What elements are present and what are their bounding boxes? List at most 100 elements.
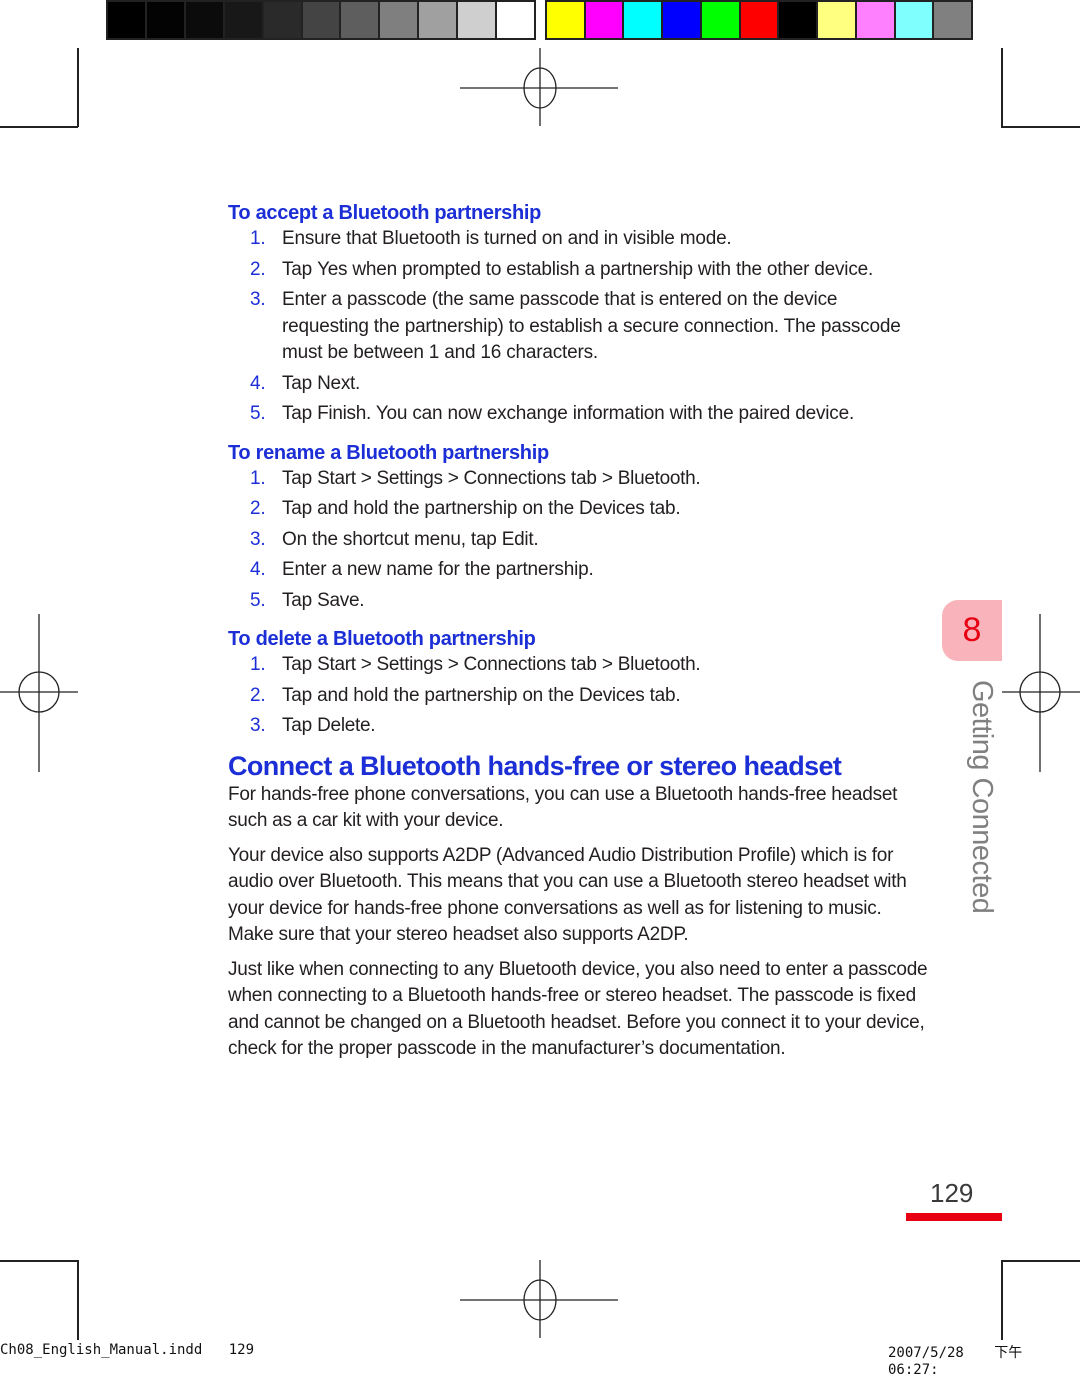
ui-term: Yes	[317, 258, 348, 280]
rename-partnership-section: To rename a Bluetooth partnership 1. Tap …	[228, 440, 928, 615]
accept-partnership-section: To accept a Bluetooth partnership 1. Ensu…	[228, 200, 928, 428]
step-text: tab.	[644, 498, 681, 519]
ui-term: Finish	[317, 403, 367, 424]
grayscale-swatch	[497, 2, 534, 38]
step-number: 5.	[250, 589, 266, 611]
crop-mark-top-left-h	[0, 126, 78, 128]
step-number: 4.	[250, 372, 266, 394]
step-item: 3. Enter a passcode (the same passcode th…	[228, 287, 928, 367]
step-number: 5.	[250, 403, 266, 424]
ui-term: Save	[317, 589, 360, 611]
headset-paragraph-2: Your device also supports A2DP (Advanced…	[228, 844, 907, 946]
crop-mark-top-left-v	[77, 48, 79, 127]
step-item: 5. Tap Finish. You can now exchange infor…	[228, 401, 928, 428]
step-text: . You can now exchange information with …	[366, 403, 855, 424]
page-number: 129	[930, 1178, 974, 1208]
rename-steps: 1. Tap Start > Settings > Connections tab…	[228, 466, 928, 615]
ui-term: Edit	[501, 528, 534, 550]
step-text: Enter a passcode (the same passcode that…	[282, 289, 901, 363]
slug-datetime: 2007/5/28 下午 06:27:	[888, 1342, 1080, 1378]
grayscale-swatch	[108, 2, 145, 38]
step-text: .	[370, 715, 376, 736]
step-item: 5. Tap Save.	[228, 588, 928, 615]
ui-term: Bluetooth	[617, 654, 696, 675]
grayscale-swatch	[380, 2, 418, 38]
ui-term: Devices	[579, 498, 645, 519]
step-number: 4.	[250, 559, 266, 580]
step-text: .	[695, 467, 701, 489]
step-text: tab.	[644, 684, 681, 706]
step-text: Tap	[282, 403, 318, 424]
chapter-number: 8	[962, 611, 982, 649]
crop-mark-bottom-left-h	[0, 1260, 78, 1262]
step-text: On the shortcut menu, tap	[282, 528, 502, 550]
process-color-swatch	[663, 2, 700, 38]
step-item: 2. Tap and hold the partnership on the De…	[228, 496, 928, 523]
process-color-swatch	[895, 2, 933, 38]
ui-term: Delete	[317, 715, 371, 736]
headset-heading: Connect a Bluetooth hands-free or stereo…	[228, 750, 842, 781]
crop-mark-bottom-right-v	[1001, 1260, 1003, 1340]
ui-term: Bluetooth	[617, 467, 696, 489]
grayscale-swatch	[302, 2, 340, 38]
step-text: Tap and hold the partnership on the	[282, 498, 580, 519]
step-number: 2.	[250, 258, 266, 280]
step-item: 1. Tap Start > Settings > Connections tab…	[228, 652, 928, 679]
step-number: 1.	[250, 654, 266, 675]
process-color-swatch	[740, 2, 778, 38]
slug-file: Ch08_English_Manual.indd 129	[0, 1342, 254, 1358]
delete-steps: 1. Tap Start > Settings > Connections tab…	[228, 652, 928, 740]
headset-section: Connect a Bluetooth hands-free or stereo…	[228, 750, 928, 1063]
step-item: 4. Enter a new name for the partnership.	[228, 557, 928, 584]
crop-mark-top-right-v	[1001, 48, 1003, 127]
ui-term: Start > Settings > Connections	[317, 654, 566, 675]
process-color-swatch	[701, 2, 739, 38]
step-item: 1. Ensure that Bluetooth is turned on and…	[228, 226, 928, 253]
slug-date: 2007/5/28	[888, 1345, 964, 1361]
grayscale-swatch	[458, 2, 496, 38]
grayscale-swatch	[146, 2, 184, 38]
step-text: Tap	[282, 467, 318, 489]
delete-partnership-section: To delete a Bluetooth partnership 1. Tap …	[228, 626, 928, 740]
step-item: 1. Tap Start > Settings > Connections tab…	[228, 466, 928, 493]
step-text: Tap	[282, 654, 318, 675]
step-text: Ensure that Bluetooth is turned on and i…	[282, 228, 732, 249]
step-text: Enter a new name for the partnership.	[282, 559, 594, 580]
crop-mark-top-right-h	[1001, 126, 1080, 128]
rename-heading: To rename a Bluetooth partnership	[228, 441, 549, 464]
step-number: 3.	[250, 289, 266, 310]
process-color-swatch	[779, 2, 817, 38]
crop-mark-bottom-right-h	[1001, 1260, 1080, 1262]
step-text: .	[355, 372, 361, 394]
step-item: 2. Tap Yes when prompted to establish a p…	[228, 257, 928, 284]
delete-heading: To delete a Bluetooth partnership	[228, 628, 536, 650]
registration-mark-right-icon	[1002, 614, 1080, 772]
ui-term: Start > Settings > Connections	[317, 467, 566, 489]
slug-page: 129	[228, 1342, 255, 1358]
page-content: To accept a Bluetooth partnership 1. Ensu…	[228, 200, 928, 1071]
step-number: 3.	[250, 528, 266, 550]
chapter-title: Getting Connected	[966, 680, 998, 914]
step-text: Tap	[282, 258, 318, 280]
step-text: .	[533, 528, 539, 550]
process-color-bar	[545, 0, 973, 40]
process-color-swatch	[934, 2, 972, 38]
step-item: 2. Tap and hold the partnership on the De…	[228, 683, 928, 710]
step-number: 1.	[250, 228, 266, 249]
page-number-rule	[906, 1213, 1002, 1221]
step-text: .	[359, 589, 365, 611]
step-text: when prompted to establish a partnership…	[347, 258, 874, 280]
step-text: Tap	[282, 589, 318, 611]
step-text: tab >	[565, 654, 618, 675]
process-color-swatch	[818, 2, 855, 38]
step-number: 1.	[250, 467, 266, 489]
process-color-swatch	[856, 2, 894, 38]
registration-mark-left-icon	[0, 614, 78, 772]
slug-filename: Ch08_English_Manual.indd	[0, 1342, 203, 1358]
step-item: 3. Tap Delete.	[228, 713, 928, 740]
step-text: Tap	[282, 715, 318, 736]
step-number: 2.	[250, 684, 266, 706]
process-color-swatch	[624, 2, 662, 38]
grayscale-swatch	[341, 2, 379, 38]
accept-steps: 1. Ensure that Bluetooth is turned on and…	[228, 226, 928, 428]
